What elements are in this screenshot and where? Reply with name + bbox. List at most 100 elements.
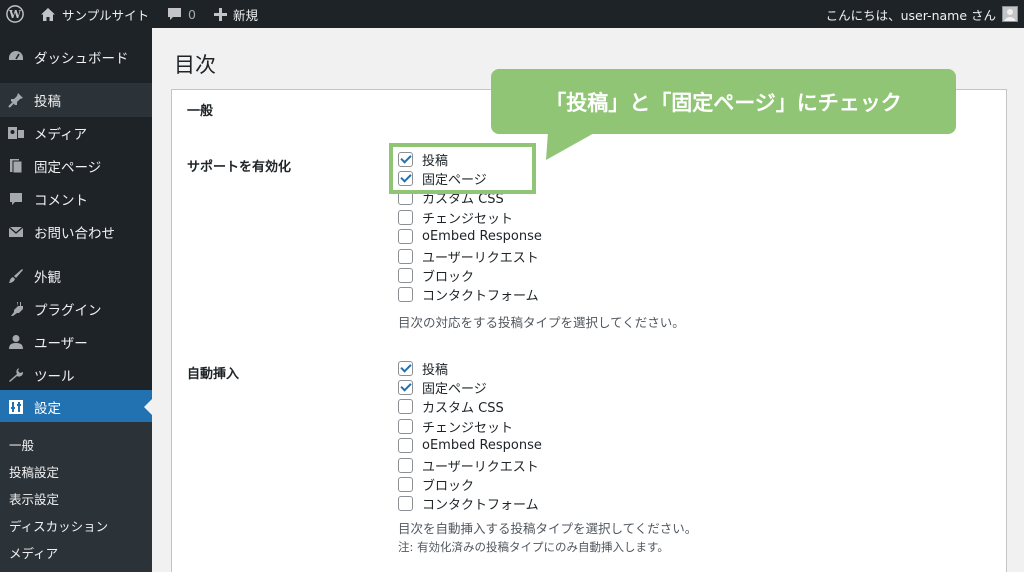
checkbox-row[interactable]: ブロック [398, 475, 475, 494]
pin-icon [6, 90, 26, 110]
checkbox-unchecked[interactable] [398, 267, 413, 283]
checkbox-label: カスタム CSS [422, 401, 504, 417]
checkbox-label: チェンジセット [422, 211, 514, 227]
checkbox-label: oEmbed Response [422, 229, 542, 245]
sidebar-item-appearance[interactable]: 外観 [0, 259, 152, 293]
site-name-link[interactable]: サンプルサイト [40, 0, 149, 28]
new-content-link[interactable]: 新規 [214, 0, 258, 28]
submenu-item-writing[interactable]: 投稿設定 [9, 462, 59, 481]
checkbox-row[interactable]: チェンジセット [398, 208, 514, 227]
sidebar-item-dashboard[interactable]: ダッシュボード [0, 40, 152, 74]
plugin-icon [6, 299, 26, 319]
sidebar-item-contact[interactable]: お問い合わせ [0, 215, 152, 249]
checkbox-label: 固定ページ [422, 381, 487, 397]
checkbox-label: ブロック [422, 269, 475, 285]
admin-bar: W サンプルサイト 0 新規 こんにちは、user-name さん [0, 0, 1024, 28]
auto-insert-description: 目次を自動挿入する投稿タイプを選択してください。 [398, 521, 698, 536]
checkbox-checked[interactable] [398, 360, 413, 376]
sidebar-item-media[interactable]: メディア [0, 116, 152, 150]
checkbox-label: ユーザーリクエスト [422, 459, 539, 475]
checkbox-row[interactable]: ユーザーリクエスト [398, 247, 539, 266]
auto-insert-label: 自動挿入 [187, 367, 240, 382]
auto-insert-note: 注: 有効化済みの投稿タイプにのみ自動挿入します。 [398, 540, 669, 554]
site-name: サンプルサイト [62, 7, 150, 23]
sidebar-item-label: ダッシュボード [34, 51, 129, 67]
checkbox-label: 投稿 [422, 362, 449, 378]
support-description: 目次の対応をする投稿タイプを選択してください。 [398, 315, 685, 330]
home-icon [40, 7, 56, 22]
media-icon [6, 123, 26, 143]
sidebar-item-label: プラグイン [34, 303, 102, 319]
callout-text: 「投稿」と「固定ページ」にチェック [545, 90, 902, 115]
sidebar-item-comments[interactable]: コメント [0, 182, 152, 216]
checkbox-unchecked[interactable] [398, 457, 413, 473]
wordpress-logo-icon[interactable]: W [6, 0, 24, 28]
checkbox-checked[interactable] [398, 379, 413, 395]
checkbox-unchecked[interactable] [398, 209, 413, 225]
checkbox-label: コンタクトフォーム [422, 498, 539, 514]
sidebar-item-label: 固定ページ [34, 160, 102, 176]
checkbox-label: チェンジセット [422, 420, 514, 436]
comments-count: 0 [188, 6, 196, 22]
dashboard-icon [6, 47, 26, 67]
checkbox-row[interactable]: コンタクトフォーム [398, 286, 539, 304]
sidebar-item-label: ツール [34, 369, 75, 385]
sidebar-item-settings[interactable]: 設定 [0, 390, 152, 424]
submenu-item-general[interactable]: 一般 [9, 435, 34, 454]
checkbox-row[interactable]: カスタム CSS [398, 398, 504, 416]
checkbox-label: コンタクトフォーム [422, 289, 539, 305]
my-account-link[interactable]: こんにちは、user-name さん [826, 0, 1018, 28]
avatar [1002, 6, 1018, 22]
sidebar-item-pages[interactable]: 固定ページ [0, 149, 152, 183]
submenu-item-discussion[interactable]: ディスカッション [9, 516, 108, 535]
comment-icon [6, 189, 26, 209]
svg-text:W: W [8, 8, 22, 21]
checkbox-row[interactable]: コンタクトフォーム [398, 495, 539, 513]
new-label: 新規 [233, 7, 259, 23]
comment-bubble-icon [167, 7, 182, 21]
checkbox-unchecked[interactable] [398, 287, 413, 303]
wrench-icon [6, 365, 26, 385]
settings-submenu: 一般 投稿設定 表示設定 ディスカッション メディア [0, 422, 152, 572]
submenu-item-reading[interactable]: 表示設定 [9, 489, 59, 508]
checkbox-unchecked[interactable] [398, 476, 413, 492]
checkbox-label: oEmbed Response [422, 438, 542, 454]
checkbox-row[interactable]: 固定ページ [398, 378, 487, 397]
greeting: こんにちは、user-name さん [825, 7, 996, 23]
submenu-item-media[interactable]: メディア [9, 543, 58, 562]
sidebar-item-label: 投稿 [34, 94, 61, 110]
user-icon [6, 332, 26, 352]
sidebar-item-users[interactable]: ユーザー [0, 325, 152, 359]
sidebar-item-label: 設定 [34, 401, 61, 417]
checkbox-label: ブロック [422, 478, 475, 494]
page-icon [6, 156, 26, 176]
checkbox-unchecked[interactable] [398, 399, 413, 415]
checkbox-unchecked[interactable] [398, 418, 413, 434]
plus-icon [214, 7, 227, 21]
checkbox-row[interactable]: ブロック [398, 266, 475, 285]
sidebar-item-label: コメント [34, 193, 88, 209]
checkbox-row[interactable]: oEmbed Response [398, 437, 542, 455]
support-label: サポートを有効化 [187, 160, 292, 175]
sidebar-item-plugins[interactable]: プラグイン [0, 292, 152, 326]
checkbox-row[interactable]: チェンジセット [398, 417, 514, 436]
checkbox-row[interactable]: 投稿 [398, 359, 449, 378]
sidebar-item-label: お問い合わせ [34, 226, 115, 242]
sidebar-item-label: ユーザー [34, 336, 88, 352]
sidebar-item-label: 外観 [34, 270, 61, 286]
sidebar-item-tools[interactable]: ツール [0, 358, 152, 392]
checkbox-unchecked[interactable] [398, 229, 413, 245]
checkbox-row[interactable]: ユーザーリクエスト [398, 456, 539, 475]
checkbox-unchecked[interactable] [398, 438, 413, 454]
checkbox-unchecked[interactable] [398, 496, 413, 512]
checkbox-unchecked[interactable] [398, 248, 413, 264]
checkbox-row[interactable]: oEmbed Response [398, 228, 542, 246]
highlight-box [389, 143, 536, 194]
section-heading-general: 一般 [187, 104, 214, 119]
sidebar-item-label: メディア [34, 127, 88, 143]
page-title: 目次 [174, 53, 216, 77]
sidebar-item-posts[interactable]: 投稿 [0, 83, 152, 117]
settings-icon [6, 397, 26, 417]
callout-bubble: 「投稿」と「固定ページ」にチェック [491, 69, 956, 134]
comments-link[interactable]: 0 [167, 0, 196, 28]
